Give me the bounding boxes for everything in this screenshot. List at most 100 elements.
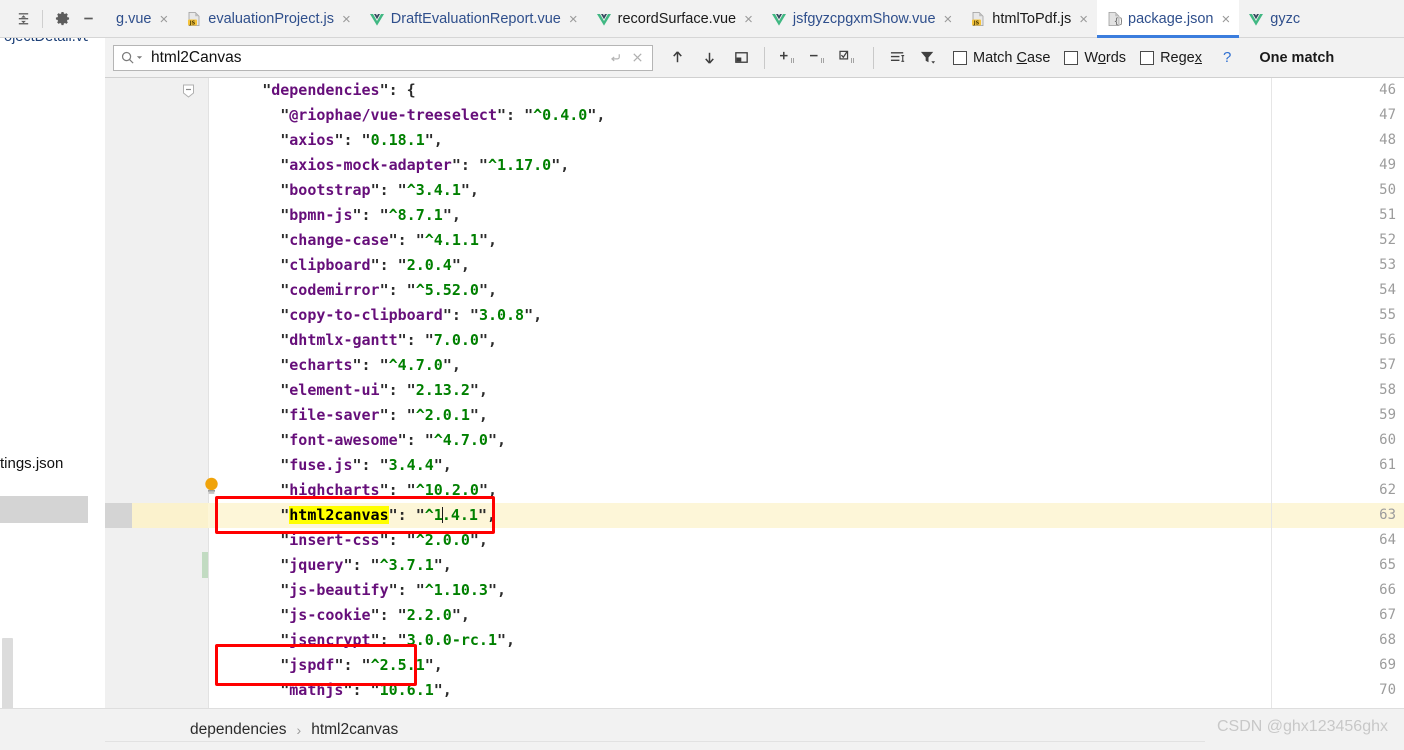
code-line[interactable]: "echarts": "^4.7.0",	[208, 353, 461, 378]
vue-file-icon	[369, 11, 385, 27]
tab-g-vue[interactable]: g.vue ×	[107, 0, 177, 38]
close-icon[interactable]: ×	[159, 12, 168, 27]
regex-checkbox[interactable]: Regex	[1140, 50, 1202, 66]
find-toolbar: html2Canvas II II II Match Case Words Re…	[105, 38, 1404, 78]
close-icon[interactable]: ×	[944, 12, 953, 27]
code-fold-icon[interactable]	[182, 84, 195, 98]
code-line[interactable]: "fuse.js": "3.4.4",	[208, 453, 452, 478]
code-line[interactable]: "change-case": "^4.1.1",	[208, 228, 497, 253]
search-history-icon[interactable]	[604, 47, 626, 69]
find-previous-icon[interactable]	[663, 45, 691, 71]
code-line[interactable]: "jquery": "^3.7.1",	[208, 553, 452, 578]
line-number: 70	[1379, 682, 1396, 698]
code-line[interactable]: "font-awesome": "^4.7.0",	[208, 428, 506, 453]
search-input[interactable]: html2Canvas	[113, 44, 653, 71]
right-margin-divider	[1271, 78, 1272, 708]
add-selection-icon[interactable]: II	[774, 45, 803, 71]
toolbar-divider	[42, 9, 43, 28]
code-line[interactable]: "file-saver": "^2.0.1",	[208, 403, 488, 428]
select-all-occurrences-icon[interactable]: II	[834, 45, 863, 71]
regex-label: Regex	[1160, 49, 1202, 66]
footer-divider	[105, 741, 1205, 742]
close-icon[interactable]: ×	[342, 12, 351, 27]
chevron-down-icon	[136, 56, 143, 59]
close-icon[interactable]: ×	[1221, 12, 1230, 27]
close-icon[interactable]: ×	[744, 12, 753, 27]
open-in-find-window-icon[interactable]	[727, 45, 755, 71]
code-line[interactable]: "mathjs": "10.6.1",	[208, 678, 452, 703]
line-number: 57	[1379, 357, 1396, 373]
ide-window: ojectDetail.vue tings.json	[0, 0, 1404, 750]
open-find-window-icon[interactable]	[884, 45, 913, 71]
hide-tool-window-icon[interactable]	[75, 6, 101, 32]
tab-gyzc[interactable]: gyzc	[1239, 0, 1309, 38]
vue-file-icon	[596, 11, 612, 27]
line-number: 69	[1379, 657, 1396, 673]
code-line[interactable]: "@riophae/vue-treeselect": "^0.4.0",	[208, 103, 605, 128]
settings-gear-icon[interactable]	[49, 6, 75, 32]
words-checkbox[interactable]: Words	[1064, 50, 1126, 66]
rail-selection-row[interactable]	[0, 496, 88, 523]
tab-htmltopdf-js[interactable]: JS htmlToPdf.js ×	[961, 0, 1097, 38]
search-input-value[interactable]: html2Canvas	[143, 50, 604, 66]
line-number: 47	[1379, 107, 1396, 123]
close-icon[interactable]: ×	[1079, 12, 1088, 27]
tab-label: DraftEvaluationReport.vue	[390, 10, 561, 27]
breadcrumb-item-html2canvas[interactable]: html2canvas	[311, 721, 398, 739]
regex-help-icon[interactable]: ?	[1223, 49, 1231, 66]
line-number: 52	[1379, 232, 1396, 248]
tab-label: package.json	[1128, 10, 1214, 27]
code-editor[interactable]: 46 47 48 49 50 51 52 53 54 55 56 57 58 59 60 61 62 63 64 65…	[105, 78, 1404, 708]
toolbar-divider	[873, 46, 874, 69]
code-line[interactable]: "bpmn-js": "^8.7.1",	[208, 203, 461, 228]
tab-draftevaluationreport-vue[interactable]: DraftEvaluationReport.vue ×	[360, 0, 587, 38]
line-number: 61	[1379, 457, 1396, 473]
code-line[interactable]: "bootstrap": "^3.4.1",	[208, 178, 479, 203]
code-line[interactable]: "dhtmlx-gantt": "7.0.0",	[208, 328, 497, 353]
code-line[interactable]: "codemirror": "^5.52.0",	[208, 278, 497, 303]
code-line[interactable]: "jsencrypt": "3.0.0-rc.1",	[208, 628, 515, 653]
line-number: 67	[1379, 607, 1396, 623]
checkbox-box[interactable]	[1064, 50, 1079, 65]
code-line[interactable]: "jspdf": "^2.5.1",	[208, 653, 443, 678]
collapse-all-icon[interactable]	[10, 6, 36, 32]
code-line[interactable]: "clipboard": "2.0.4",	[208, 253, 470, 278]
tab-jsfgyzcpgxmshow-vue[interactable]: jsfgyzcpgxmShow.vue ×	[762, 0, 961, 38]
checkbox-box[interactable]	[1140, 50, 1155, 65]
breadcrumb-separator-icon: ›	[296, 721, 302, 738]
checkbox-box[interactable]	[953, 50, 967, 65]
code-line[interactable]: "copy-to-clipboard": "3.0.8",	[208, 303, 542, 328]
breadcrumb-item-dependencies[interactable]: dependencies	[190, 721, 287, 739]
code-line[interactable]: "element-ui": "2.13.2",	[208, 378, 488, 403]
vue-file-icon	[771, 11, 787, 27]
svg-text:JS: JS	[973, 20, 980, 26]
tab-evaluationproject-js[interactable]: JS evaluationProject.js ×	[177, 0, 360, 38]
filter-icon[interactable]	[914, 45, 943, 71]
tab-label: htmlToPdf.js	[992, 10, 1072, 27]
find-next-icon[interactable]	[695, 45, 723, 71]
line-number: 58	[1379, 382, 1396, 398]
words-label: Words	[1084, 49, 1127, 66]
clear-search-icon[interactable]	[626, 47, 648, 69]
watermark-label: CSDN @ghx123456ghx	[1216, 718, 1388, 735]
code-line[interactable]: "js-cookie": "2.2.0",	[208, 603, 470, 628]
tab-package-json[interactable]: {} package.json ×	[1097, 0, 1240, 38]
code-line[interactable]: "axios": "0.18.1",	[208, 128, 443, 153]
search-icon[interactable]	[120, 50, 143, 65]
code-line[interactable]: "axios-mock-adapter": "^1.17.0",	[208, 153, 569, 178]
rail-file-label[interactable]: tings.json	[0, 455, 63, 472]
tab-label: jsfgyzcpgxmShow.vue	[792, 10, 936, 27]
code-line[interactable]: "highcharts": "^10.2.0",	[208, 478, 497, 503]
tab-label: g.vue	[116, 10, 152, 27]
close-icon[interactable]: ×	[569, 12, 578, 27]
vue-file-icon	[1248, 11, 1264, 27]
match-case-checkbox[interactable]: Match Case	[953, 50, 1050, 66]
code-line[interactable]: "dependencies": {	[208, 78, 416, 103]
remove-selection-icon[interactable]: II	[804, 45, 833, 71]
code-line[interactable]: "insert-css": "^2.0.0",	[208, 528, 488, 553]
code-line[interactable]: "js-beautify": "^1.10.3",	[208, 578, 506, 603]
code-line[interactable]: "html2canvas": "^1.4.1",	[208, 503, 496, 528]
tab-recordsurface-vue[interactable]: recordSurface.vue ×	[587, 0, 762, 38]
line-number: 62	[1379, 482, 1396, 498]
editor-gutter[interactable]	[105, 78, 208, 708]
